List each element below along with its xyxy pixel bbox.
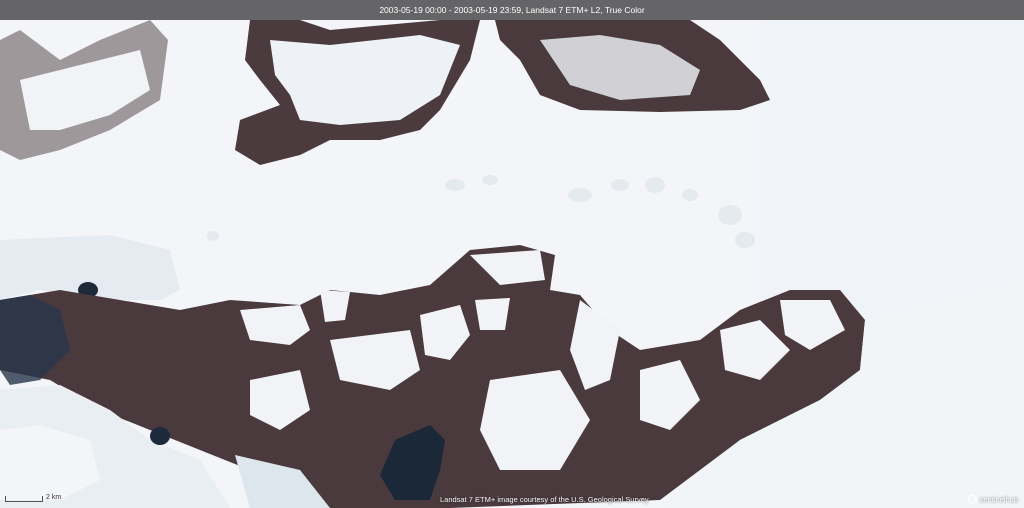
sentinelhub-logo[interactable]: sentinelhub bbox=[967, 495, 1018, 504]
logo-label: sentinelhub bbox=[979, 495, 1018, 504]
map-title: 2003-05-19 00:00 - 2003-05-19 23:59, Lan… bbox=[379, 5, 645, 15]
satellite-map[interactable] bbox=[0, 0, 1024, 508]
scale-label: 2 km bbox=[46, 494, 62, 501]
scale-bar: 2 km bbox=[5, 490, 61, 502]
attribution: Landsat 7 ETM+ image courtesy of the U.S… bbox=[440, 495, 649, 504]
map-info-bar: 2003-05-19 00:00 - 2003-05-19 23:59, Lan… bbox=[0, 0, 1024, 20]
sentinelhub-logo-icon bbox=[967, 495, 977, 504]
scale-bar-line bbox=[5, 496, 43, 502]
